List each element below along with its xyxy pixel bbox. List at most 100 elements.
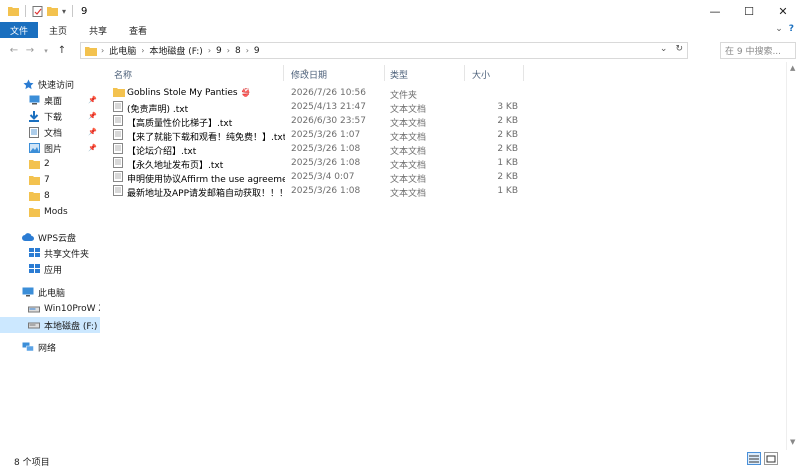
close-button[interactable]: ✕ [766,0,800,22]
file-date: 2025/4/13 21:47 [291,102,366,112]
star-icon [22,78,34,90]
download-icon [28,110,40,122]
file-size: 2 KB [497,116,518,126]
breadcrumb-folder[interactable]: 9 [254,46,260,56]
window-title: 9 [81,5,88,17]
file-row[interactable]: 【永久地址发布页】.txt 2025/3/26 1:08 文本文档 1 KB [108,156,528,171]
nav-item-folder[interactable]: 2 [0,156,100,172]
breadcrumb-folder[interactable]: 8 [235,46,241,56]
pin-icon[interactable]: 📌 [88,144,97,152]
file-name: 最新地址及APP请发邮箱自动获取！！！... [127,189,285,199]
quick-access-toolbar: ▾ [0,5,75,17]
large-icons-view-button[interactable] [764,452,778,465]
nav-wps-cloud[interactable]: WPS云盘 [0,229,100,245]
nav-item-documents[interactable]: 文档 📌 [0,124,100,140]
nav-label: 2 [44,159,50,169]
file-row[interactable]: 【论坛介绍】.txt 2025/3/26 1:08 文本文档 2 KB [108,142,528,157]
breadcrumb-folder[interactable]: 9 [216,46,222,56]
tab-home[interactable]: 主页 [38,22,78,38]
nav-item-folder[interactable]: 8 [0,188,100,204]
recent-locations-button[interactable]: ▾ [38,47,54,55]
pin-icon[interactable]: 📌 [88,128,97,136]
address-dropdown-button[interactable]: ⌄ [660,44,668,54]
nav-item-apps[interactable]: 应用 [0,261,100,277]
nav-quick-access[interactable]: 快速访问 [0,76,100,92]
text-file-icon [113,115,123,126]
breadcrumb-chevron-icon[interactable]: › [246,46,249,55]
nav-label: Win10ProW X6 [44,304,100,314]
up-button[interactable]: ↑ [54,45,70,56]
column-divider[interactable] [523,65,524,81]
column-divider[interactable] [283,65,284,81]
nav-item-downloads[interactable]: 下载 📌 [0,108,100,124]
help-button[interactable]: ? [789,24,794,34]
column-header-type[interactable]: 类型 [390,68,408,81]
column-divider[interactable] [464,65,465,81]
file-row[interactable]: 最新地址及APP请发邮箱自动获取！！！... 2025/3/26 1:08 文本… [108,184,528,199]
maximize-button[interactable]: ☐ [732,0,766,22]
search-input[interactable]: 在 9 中搜索... [720,42,796,59]
nav-label: 桌面 [44,96,63,107]
breadcrumb-chevron-icon[interactable]: › [141,46,144,55]
nav-item-folder[interactable]: Mods [0,204,100,220]
tab-view[interactable]: 查看 [118,22,158,38]
breadcrumb-chevron-icon[interactable]: › [227,46,230,55]
expand-ribbon-button[interactable]: ⌄ [775,24,783,34]
text-file-icon [113,129,123,140]
file-row[interactable]: (免责声明) .txt 2025/4/13 21:47 文本文档 3 KB [108,100,528,115]
forward-button[interactable]: → [22,45,38,56]
tab-share[interactable]: 共享 [78,22,118,38]
file-row[interactable]: Goblins Stole My Panties 👙 2026/7/26 10:… [108,86,528,101]
address-row: ← → ▾ ↑ › 此电脑 › 本地磁盘 (F:) › 9 › 8 › 9 ⌄ … [0,40,800,61]
document-icon [28,126,40,138]
nav-item-drive[interactable]: Win10ProW X6 [0,301,100,317]
column-header-date[interactable]: 修改日期 [291,68,327,81]
nav-network[interactable]: 网络 [0,339,100,355]
new-folder-icon[interactable] [47,6,58,16]
nav-item-shared-folder[interactable]: 共享文件夹 [0,245,100,261]
nav-label: 此电脑 [38,288,66,299]
column-header-name[interactable]: 名称 [114,68,132,81]
properties-icon[interactable] [32,5,43,17]
breadcrumb-chevron-icon[interactable]: › [101,46,104,55]
nav-this-pc[interactable]: 此电脑 [0,284,100,300]
column-divider[interactable] [384,65,385,81]
scroll-down-icon[interactable]: ▼ [790,438,795,446]
customize-toolbar-icon[interactable]: ▾ [62,7,66,16]
minimize-button[interactable]: — [698,0,732,22]
details-view-button[interactable] [747,452,761,465]
text-file-icon [113,185,123,196]
back-button[interactable]: ← [6,45,22,56]
file-date: 2025/3/26 1:08 [291,158,361,168]
file-row[interactable]: 【来了就能下载和观看！纯免费！】.txt 2025/3/26 1:07 文本文档… [108,128,528,143]
file-size: 3 KB [497,102,518,112]
breadcrumb-chevron-icon[interactable]: › [208,46,211,55]
folder-icon [28,206,40,218]
file-size: 2 KB [497,130,518,140]
title-bar: ▾ 9 — ☐ ✕ [0,0,800,22]
ribbon-tabs: 文件 主页 共享 查看 ⌄ ? [0,22,800,38]
column-header-row: ^ 名称 修改日期 类型 大小 [108,65,528,81]
refresh-button[interactable]: ↻ [675,44,683,54]
nav-item-desktop[interactable]: 桌面 📌 [0,92,100,108]
folder-icon [113,88,125,97]
breadcrumb-drive[interactable]: 本地磁盘 (F:) [149,44,202,57]
pin-icon[interactable]: 📌 [88,112,97,120]
tab-file[interactable]: 文件 [0,22,38,38]
nav-item-folder[interactable]: 7 [0,172,100,188]
file-type: 文本文档 [390,189,427,199]
nav-item-drive-selected[interactable]: 本地磁盘 (F:) [0,317,100,333]
toolbar-divider [72,5,74,17]
item-count: 8 个项目 [14,458,50,468]
scroll-up-icon[interactable]: ▲ [790,64,795,72]
address-bar[interactable]: › 此电脑 › 本地磁盘 (F:) › 9 › 8 › 9 ⌄ ↻ [80,42,688,59]
breadcrumb-this-pc[interactable]: 此电脑 [109,44,136,57]
network-icon [22,341,34,353]
file-row[interactable]: 申明使用协议Affirm the use agreemen... 2025/3/… [108,170,528,185]
nav-item-pictures[interactable]: 图片 📌 [0,140,100,156]
file-row[interactable]: 【高质量性价比梯子】.txt 2026/6/30 23:57 文本文档 2 KB [108,114,528,129]
column-header-size[interactable]: 大小 [472,68,490,81]
vertical-scrollbar[interactable]: ▲ ▼ [786,62,800,450]
pin-icon[interactable]: 📌 [88,96,97,104]
file-size: 1 KB [497,186,518,196]
